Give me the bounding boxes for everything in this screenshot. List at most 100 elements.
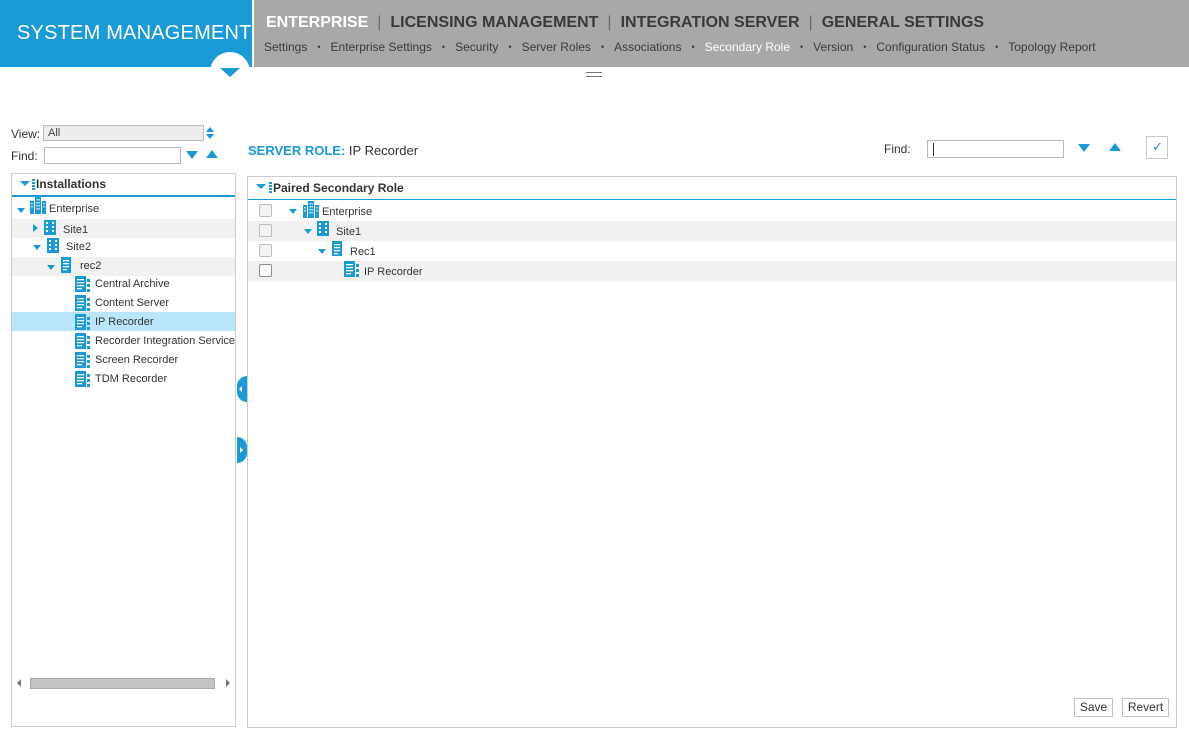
site-icon [44, 220, 56, 235]
tree-item-label: rec2 [80, 260, 102, 272]
tree-item-label: Enterprise [322, 206, 373, 218]
expand-toggle-icon[interactable] [17, 208, 25, 213]
paired-secondary-role-panel: Paired Secondary Role Enterprise Site1 R… [247, 176, 1177, 728]
scrollbar-thumb[interactable] [30, 678, 215, 689]
find-previous-button[interactable] [206, 150, 218, 158]
caret-up-icon [206, 127, 214, 132]
enterprise-icon [303, 201, 319, 218]
drag-handle-icon [32, 179, 35, 191]
subnav-topology-report[interactable]: Topology Report [1008, 40, 1095, 54]
nav-general-settings[interactable]: GENERAL SETTINGS [822, 14, 984, 32]
subnav-separator: • [317, 42, 321, 52]
tree-item-central-archive[interactable]: Central Archive [12, 274, 235, 293]
tree-item-label: Content Server [95, 297, 169, 309]
scroll-right-icon[interactable] [226, 679, 230, 687]
tree-item-screen-recorder[interactable]: Screen Recorder [12, 350, 235, 369]
server-role-icon [75, 295, 90, 311]
view-select-arrows[interactable] [206, 127, 215, 139]
site-icon [47, 238, 59, 253]
tree-item-label: Rec1 [350, 246, 376, 258]
tree-item-label: Site1 [63, 224, 89, 236]
secondary-tree-item-ip-recorder[interactable]: IP Recorder [248, 261, 1176, 281]
server-role-icon [75, 333, 90, 349]
tree-item-ip-recorder[interactable]: IP Recorder [12, 312, 235, 331]
enterprise-checkbox[interactable] [259, 204, 272, 217]
tree-item-content-server[interactable]: Content Server [12, 293, 235, 312]
ip-recorder-checkbox[interactable] [259, 264, 272, 277]
save-button[interactable]: Save [1074, 698, 1113, 717]
tree-item-label: Site1 [336, 226, 362, 238]
expand-toggle-icon[interactable] [304, 229, 312, 234]
tree-item-label: Enterprise [49, 203, 100, 215]
secondary-tree-item-enterprise[interactable]: Enterprise [248, 201, 1176, 221]
expand-toggle-icon[interactable] [33, 245, 41, 250]
site-icon [317, 221, 329, 236]
subnav-associations[interactable]: Associations [614, 40, 681, 54]
menu-toggle-button[interactable] [210, 52, 250, 92]
tree-item-enterprise[interactable]: Enterprise [12, 197, 235, 219]
subnav-settings[interactable]: Settings [264, 40, 307, 54]
paired-secondary-role-header: Paired Secondary Role [248, 177, 1176, 200]
expand-toggle-icon[interactable] [47, 265, 55, 270]
scroll-left-icon[interactable] [17, 679, 21, 687]
right-find-input[interactable] [927, 140, 1064, 158]
right-find-label: Find: [884, 142, 911, 156]
tree-item-site1[interactable]: Site1 [12, 219, 235, 238]
installations-title: Installations [36, 177, 107, 191]
view-select[interactable]: All [43, 125, 204, 141]
expand-left-panel-button[interactable] [237, 437, 247, 463]
apply-check-button[interactable]: ✓ [1146, 136, 1168, 159]
right-find-next-button[interactable] [1078, 144, 1090, 152]
revert-button[interactable]: Revert [1122, 698, 1169, 717]
expand-toggle-icon[interactable] [33, 224, 38, 232]
collapse-icon[interactable] [256, 184, 266, 189]
right-find-previous-button[interactable] [1109, 143, 1121, 151]
nav-integration-server[interactable]: INTEGRATION SERVER [621, 14, 800, 32]
subnav-secondary-role[interactable]: Secondary Role [705, 40, 790, 54]
subnav-enterprise-settings[interactable]: Enterprise Settings [331, 40, 432, 54]
horizontal-scrollbar[interactable] [12, 676, 235, 690]
nav-licensing-management[interactable]: LICENSING MANAGEMENT [390, 14, 598, 32]
expand-toggle-icon[interactable] [318, 249, 326, 254]
tree-item-label: Screen Recorder [95, 354, 179, 366]
subnav-security[interactable]: Security [455, 40, 498, 54]
tree-item-label: TDM Recorder [95, 373, 168, 385]
app-title: SYSTEM MANAGEMENT [17, 22, 252, 44]
chevron-down-icon [220, 68, 240, 77]
server-role-icon [75, 371, 90, 387]
subnav-separator: • [800, 42, 804, 52]
subnav-separator: • [863, 42, 867, 52]
rec1-checkbox[interactable] [259, 244, 272, 257]
server-role-icon [75, 314, 90, 330]
installations-header: Installations [12, 174, 235, 197]
secondary-tree-item-site1[interactable]: Site1 [248, 221, 1176, 241]
enterprise-icon [30, 197, 46, 214]
checkmark-icon: ✓ [1152, 139, 1163, 154]
tree-item-tdm-recorder[interactable]: TDM Recorder [12, 369, 235, 388]
expand-toggle-icon[interactable] [289, 209, 297, 214]
tree-item-site2[interactable]: Site2 [12, 238, 235, 257]
subnav-version[interactable]: Version [813, 40, 853, 54]
resize-grip[interactable] [586, 72, 602, 77]
nav-separator: | [808, 14, 813, 31]
main-nav: ENTERPRISE | LICENSING MANAGEMENT | INTEGRAT… [266, 14, 984, 32]
nav-enterprise[interactable]: ENTERPRISE [266, 14, 368, 32]
server-role-icon [344, 261, 359, 277]
subnav-separator: • [508, 42, 512, 52]
collapse-icon[interactable] [20, 181, 30, 186]
find-next-button[interactable] [186, 151, 198, 159]
server-icon [61, 257, 71, 273]
nav-separator: | [377, 14, 382, 31]
collapse-left-panel-button[interactable] [237, 376, 247, 402]
subnav-separator: • [441, 42, 446, 52]
subnav-server-roles[interactable]: Server Roles [522, 40, 591, 54]
subnav-configuration-status[interactable]: Configuration Status [876, 40, 985, 54]
arrow-right-icon [240, 447, 243, 453]
site1-checkbox[interactable] [259, 224, 272, 237]
arrow-left-icon [239, 386, 242, 392]
tree-item-recorder-integration-service[interactable]: Recorder Integration Service [12, 331, 235, 350]
secondary-tree-item-rec1[interactable]: Rec1 [248, 241, 1176, 261]
server-icon [332, 241, 342, 256]
left-find-input[interactable] [44, 147, 181, 164]
find-label: Find: [11, 149, 38, 163]
